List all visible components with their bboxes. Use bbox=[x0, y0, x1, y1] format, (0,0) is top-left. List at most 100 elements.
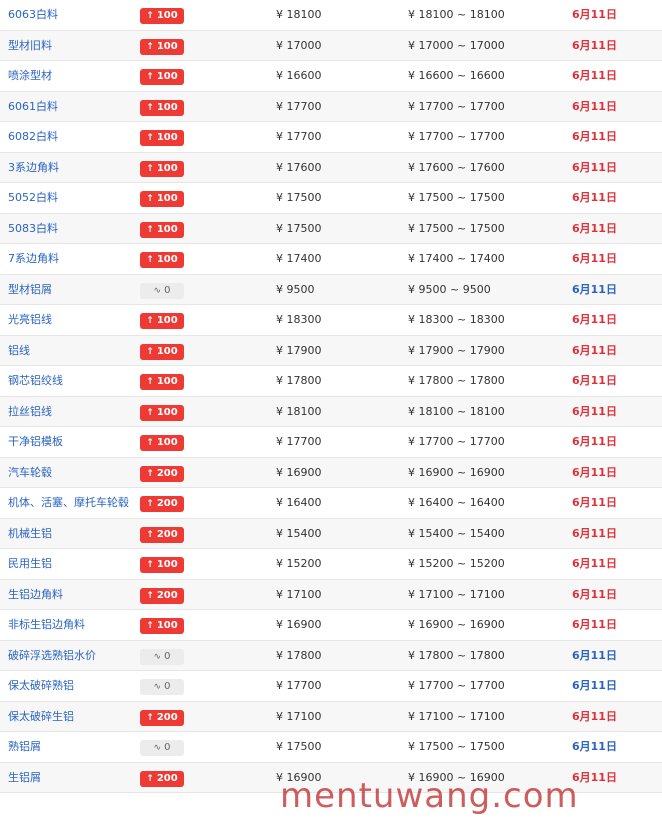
change-badge: ↑ 100 bbox=[140, 130, 184, 146]
range-separator: ~ bbox=[457, 740, 467, 753]
price-value: 18300 bbox=[286, 313, 322, 326]
range-low: 16900 bbox=[418, 618, 454, 631]
price-value: 17400 bbox=[286, 252, 322, 265]
range-high: 15400 bbox=[469, 526, 505, 540]
arrow-up-icon: ↑ bbox=[146, 194, 154, 204]
currency-symbol: ¥ bbox=[408, 465, 415, 479]
change-value: 200 bbox=[156, 711, 178, 723]
product-name-link[interactable]: 生铝边角料 bbox=[8, 580, 63, 610]
currency-symbol: ¥ bbox=[408, 435, 415, 448]
product-name-link[interactable]: 5083白料 bbox=[8, 214, 58, 244]
change-value: 100 bbox=[156, 40, 178, 52]
range-high: 17500 bbox=[469, 191, 505, 204]
range-separator: ~ bbox=[457, 587, 467, 601]
price-value: 16600 bbox=[286, 69, 322, 82]
currency-symbol: ¥ bbox=[276, 8, 283, 21]
price-cell: ¥ 16900 bbox=[276, 458, 322, 488]
change-cell: ↑ 100 bbox=[140, 7, 184, 24]
price-value: 16900 bbox=[286, 770, 322, 784]
product-name-link[interactable]: 型材旧料 bbox=[8, 31, 52, 61]
product-name-link[interactable]: 保太破碎生铝 bbox=[8, 702, 74, 732]
range-low: 17800 bbox=[418, 374, 454, 387]
change-cell: ↑ 100 bbox=[140, 251, 184, 268]
wave-icon: ∿ bbox=[153, 743, 162, 753]
currency-symbol: ¥ bbox=[408, 38, 415, 52]
change-badge: ↑ 100 bbox=[140, 191, 184, 207]
currency-symbol: ¥ bbox=[408, 526, 415, 540]
range-low: 16900 bbox=[418, 770, 454, 784]
currency-symbol: ¥ bbox=[276, 221, 283, 235]
product-name-link[interactable]: 熟铝屑 bbox=[8, 732, 41, 762]
product-name-link[interactable]: 6082白料 bbox=[8, 122, 58, 152]
change-value: 100 bbox=[156, 162, 178, 174]
product-name-link[interactable]: 6061白料 bbox=[8, 92, 58, 122]
arrow-up-icon: ↑ bbox=[146, 255, 154, 265]
product-name-link[interactable]: 非标生铝边角料 bbox=[8, 610, 85, 640]
product-name-link[interactable]: 拉丝铝线 bbox=[8, 397, 52, 427]
price-range-cell: ¥ 17700 ~ 17700 bbox=[408, 92, 505, 122]
range-high: 17700 bbox=[469, 99, 505, 113]
range-low: 16600 bbox=[418, 69, 454, 82]
currency-symbol: ¥ bbox=[276, 770, 283, 784]
range-separator: ~ bbox=[457, 191, 467, 204]
product-name-link[interactable]: 破碎浮选熟铝水价 bbox=[8, 641, 96, 671]
product-name-link[interactable]: 干净铝模板 bbox=[8, 427, 63, 457]
price-value: 17100 bbox=[286, 587, 322, 601]
product-name-link[interactable]: 机体、活塞、摩托车轮毂 bbox=[8, 488, 129, 518]
change-cell: ↑ 100 bbox=[140, 312, 184, 329]
product-name-link[interactable]: 机械生铝 bbox=[8, 519, 52, 549]
range-separator: ~ bbox=[450, 282, 460, 296]
arrow-up-icon: ↑ bbox=[146, 773, 154, 784]
product-name-link[interactable]: 民用生铝 bbox=[8, 549, 52, 579]
date-cell: 6月11日 bbox=[572, 282, 617, 296]
price-range-cell: ¥ 15400 ~ 15400 bbox=[408, 519, 505, 549]
product-name-link[interactable]: 6063白料 bbox=[8, 0, 58, 30]
range-separator: ~ bbox=[457, 404, 467, 418]
range-high: 17900 bbox=[469, 343, 505, 357]
currency-symbol: ¥ bbox=[276, 679, 283, 692]
range-low: 16400 bbox=[418, 496, 454, 509]
price-cell: ¥ 15200 bbox=[276, 549, 322, 579]
product-name-link[interactable]: 保太破碎熟铝 bbox=[8, 671, 74, 701]
product-name-link[interactable]: 钢芯铝绞线 bbox=[8, 366, 63, 396]
product-name-link[interactable]: 汽车轮毂 bbox=[8, 458, 52, 488]
table-row: 生铝屑 ↑ 200 ¥ 16900 ¥ 16900 ~ 16900 6月11日 bbox=[0, 762, 662, 793]
table-row: 光亮铝线 ↑ 100 ¥ 18300 ¥ 18300 ~ 18300 6月11日 bbox=[0, 305, 662, 336]
product-name-link[interactable]: 铝线 bbox=[8, 336, 30, 366]
range-separator: ~ bbox=[457, 526, 467, 540]
price-value: 17700 bbox=[286, 99, 322, 113]
range-separator: ~ bbox=[457, 709, 467, 723]
product-name-link[interactable]: 喷涂型材 bbox=[8, 61, 52, 91]
change-value: 100 bbox=[156, 71, 178, 82]
change-cell: ↑ 100 bbox=[140, 129, 184, 146]
range-high: 16600 bbox=[469, 69, 505, 82]
currency-symbol: ¥ bbox=[408, 740, 415, 753]
currency-symbol: ¥ bbox=[276, 191, 283, 204]
range-high: 17500 bbox=[469, 740, 505, 753]
currency-symbol: ¥ bbox=[276, 740, 283, 753]
product-name-link[interactable]: 5052白料 bbox=[8, 183, 58, 213]
date-cell: 6月11日 bbox=[572, 770, 617, 784]
date-cell: 6月11日 bbox=[572, 404, 617, 418]
product-name-link[interactable]: 光亮铝线 bbox=[8, 305, 52, 335]
currency-symbol: ¥ bbox=[276, 465, 283, 479]
price-cell: ¥ 16900 bbox=[276, 610, 322, 640]
product-name-link[interactable]: 生铝屑 bbox=[8, 763, 41, 793]
price-cell: ¥ 17500 bbox=[276, 732, 322, 762]
change-value: 200 bbox=[156, 528, 178, 540]
product-name-link[interactable]: 型材铝屑 bbox=[8, 275, 52, 305]
price-value: 17500 bbox=[286, 740, 322, 753]
product-name-link[interactable]: 7系边角料 bbox=[8, 244, 59, 274]
product-name-link[interactable]: 3系边角料 bbox=[8, 153, 59, 183]
currency-symbol: ¥ bbox=[408, 69, 415, 82]
price-range-cell: ¥ 9500 ~ 9500 bbox=[408, 275, 491, 305]
change-cell: ↑ 100 bbox=[140, 343, 184, 360]
range-separator: ~ bbox=[457, 618, 467, 631]
arrow-up-icon: ↑ bbox=[146, 438, 154, 448]
range-low: 17500 bbox=[418, 740, 454, 753]
range-high: 16400 bbox=[469, 496, 505, 509]
range-separator: ~ bbox=[457, 557, 467, 570]
range-separator: ~ bbox=[457, 374, 467, 387]
price-value: 17800 bbox=[286, 374, 322, 387]
range-low: 15200 bbox=[418, 557, 454, 570]
